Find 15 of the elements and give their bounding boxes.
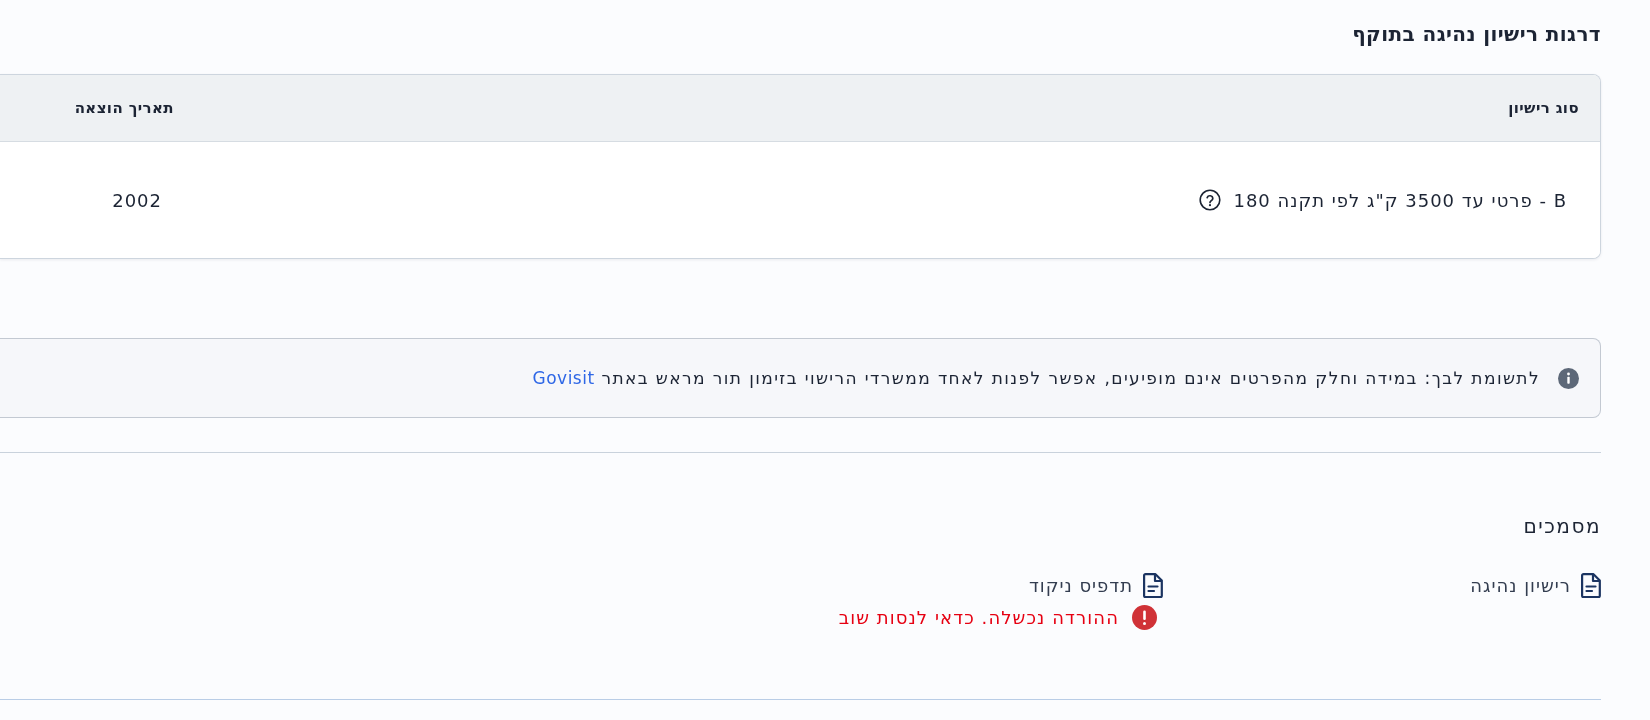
document-icon	[1143, 573, 1163, 598]
error-message: ההורדה נכשלה. כדאי לנסות שוב	[838, 605, 1119, 630]
table-cell: B - פרטי עד 3500 ק"ג לפי תקנה 180	[1233, 189, 1567, 211]
document-link[interactable]: רישיון נהיגה	[1470, 573, 1601, 598]
section-title: דרגות רישיון נהיגה בתוקף	[1352, 22, 1601, 46]
info-icon	[1558, 367, 1579, 389]
documents-title: מסמכים	[1523, 514, 1601, 538]
table-cell: 2002	[112, 189, 162, 211]
help-icon[interactable]	[1199, 189, 1222, 211]
column-header: תאריך הוצאה	[74, 99, 174, 117]
document-icon	[1581, 573, 1601, 598]
document-link[interactable]: תדפיס ניקוד	[1028, 573, 1163, 598]
website-link[interactable]: Govisit	[532, 368, 595, 388]
column-header: סוג רישיון	[1508, 99, 1579, 117]
error-icon	[1132, 605, 1157, 630]
